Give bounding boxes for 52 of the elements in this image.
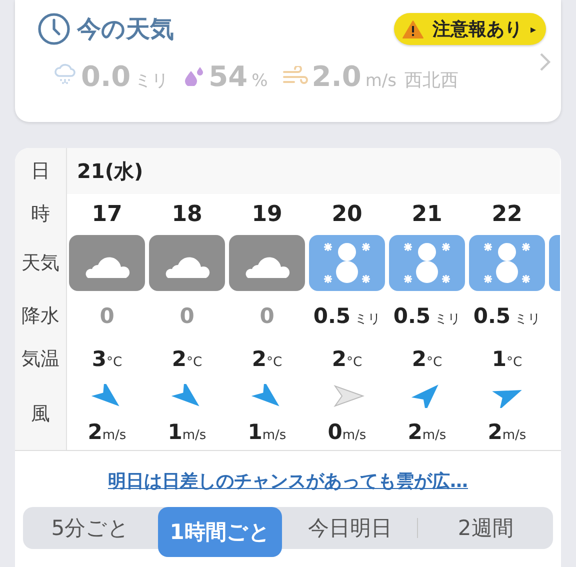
precip-value: 0.0 (81, 60, 131, 93)
temperature: 3°C (92, 347, 122, 371)
wind-direction: 西北西 (404, 69, 458, 92)
period-tab[interactable]: 今日明日 (282, 507, 418, 549)
row-label: 天気 (15, 234, 67, 292)
hour-label: 22 (492, 202, 522, 226)
current-weather-card[interactable]: 今の天気 注意報あり ▸ 0.0 ミリ 54% 2.0 m/s 西北西 (15, 0, 561, 122)
precip-unit: ミリ (134, 70, 169, 92)
row-label: 風 (15, 378, 67, 450)
hour-label: 21 (412, 202, 442, 226)
temperature: 2°C (332, 347, 362, 371)
row-label: 時 (15, 194, 67, 234)
date-header: 21(水) (67, 148, 560, 194)
temperature: 2°C (252, 347, 282, 371)
period-tab[interactable]: 2週間 (418, 507, 554, 549)
period-tab[interactable]: 5分ごと (23, 507, 158, 549)
row-label: 気温 (15, 340, 67, 378)
temperature: 1°C (492, 347, 522, 371)
precip-amount: 0 (260, 304, 274, 328)
chevron-right-icon (539, 52, 551, 72)
warning-icon (402, 20, 424, 38)
wind-speed-value: 2.0 (312, 60, 362, 93)
row-label: 日 (15, 148, 67, 194)
alert-button[interactable]: 注意報あり ▸ (394, 13, 546, 45)
wind-speed: 2 m/s (488, 420, 526, 444)
temperature: 2°C (172, 347, 202, 371)
hour-label: 17 (92, 202, 122, 226)
wind-speed: 2 m/s (88, 420, 126, 444)
forecast-link[interactable]: 明日は日差しのチャンスがあっても雲が広… (108, 469, 468, 493)
rain-cloud-icon (53, 62, 77, 86)
precip-amount: 0.5 ミリ (313, 304, 381, 328)
clock-icon (37, 12, 71, 46)
temperature: 2°C (412, 347, 442, 371)
precip-amount: 0.5 ミリ (393, 304, 461, 328)
precip-amount: 0.5 ミリ (473, 304, 541, 328)
hour-label: 18 (172, 202, 202, 226)
card-title: 今の天気 (77, 14, 174, 45)
hour-label: 19 (252, 202, 282, 226)
humidity-drops-icon (182, 66, 205, 86)
precip-amount: 0 (180, 304, 194, 328)
wind-speed: 1m/s (248, 420, 286, 444)
row-label: 降水 (15, 292, 67, 340)
wind-unit: m/s (365, 71, 396, 91)
hour-label: 20 (332, 202, 362, 226)
wind-speed: 2 m/s (408, 420, 446, 444)
wind-icon (282, 66, 308, 86)
wind-speed: 1m/s (168, 420, 206, 444)
humidity-unit: % (252, 71, 268, 91)
precip-amount: 0 (100, 304, 114, 328)
period-tab[interactable]: 1時間ごと (158, 507, 282, 557)
wind-speed: 0m/s (328, 420, 366, 444)
humidity-value: 54 (208, 60, 248, 93)
